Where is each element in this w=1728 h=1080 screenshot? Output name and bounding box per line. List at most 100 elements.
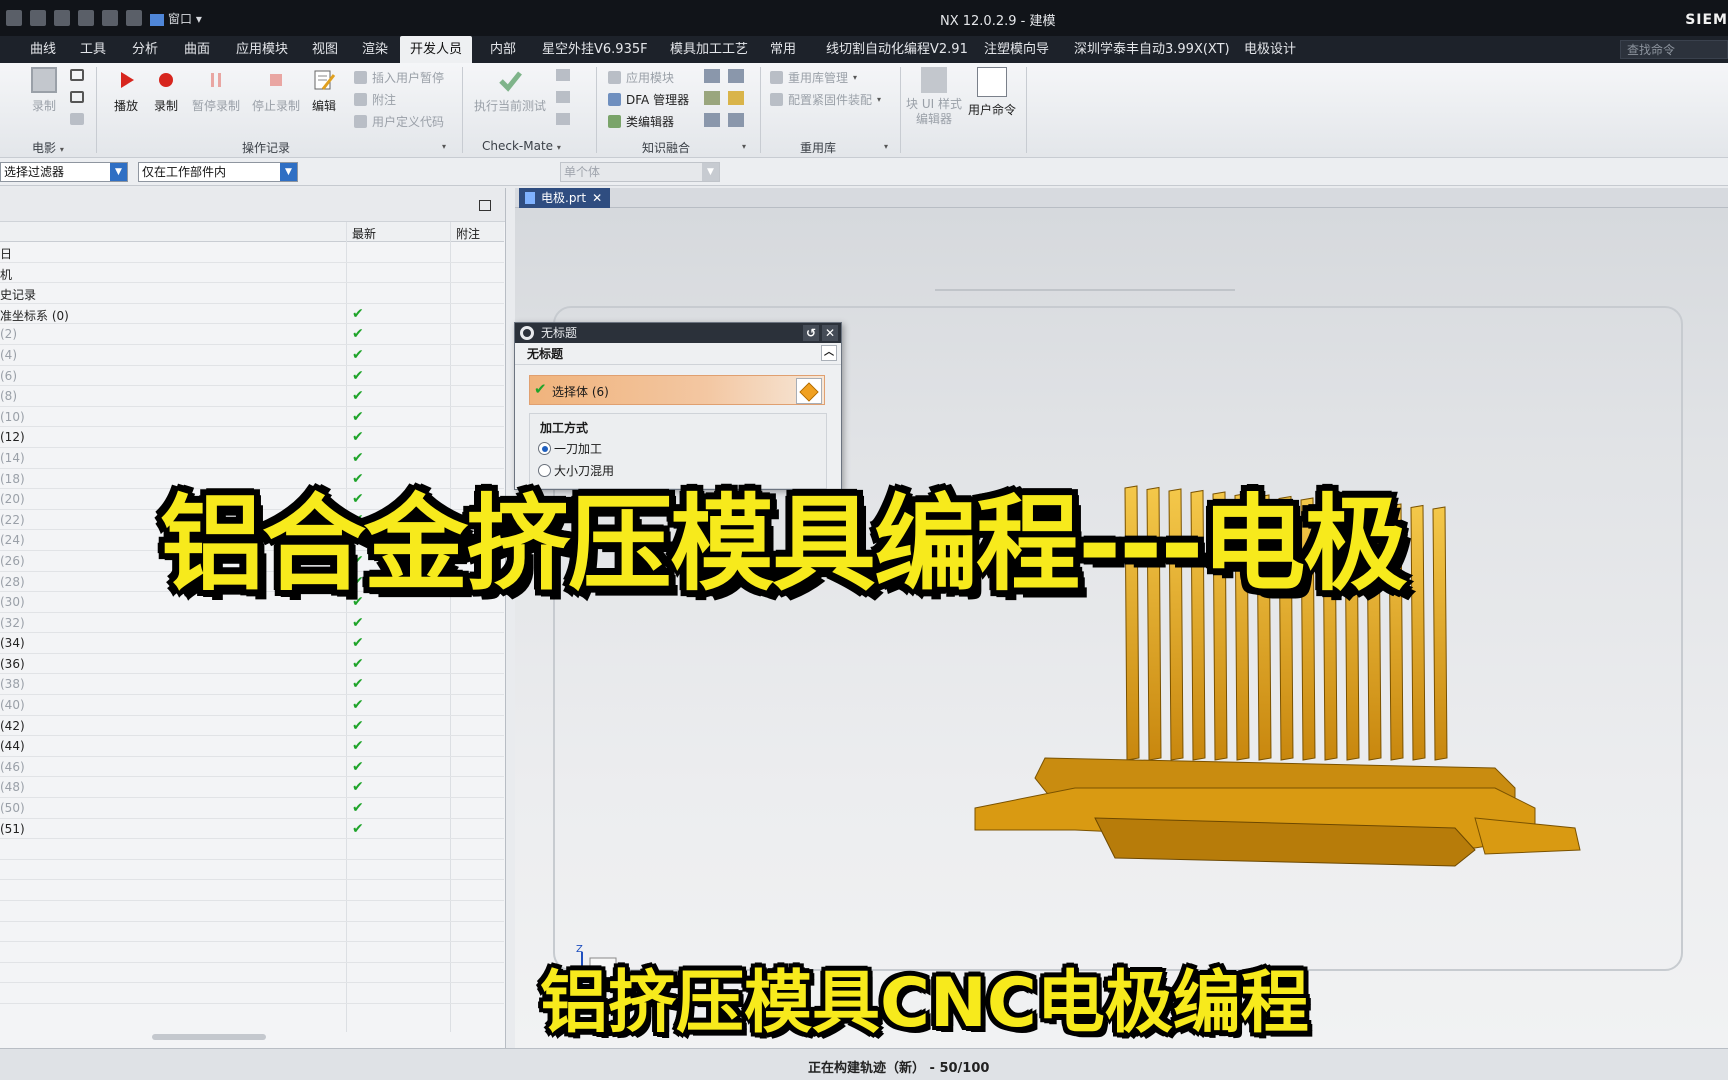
tree-row[interactable]: (51) ✔ (0, 819, 504, 840)
comment-button[interactable]: 附注 (354, 91, 396, 108)
graphics-window[interactable]: 电极.prt ✕ Z (515, 188, 1728, 1048)
user-command-button[interactable]: 用户命令 (964, 67, 1020, 118)
checkmate-small-icon[interactable] (556, 69, 570, 81)
quick-access-icon[interactable] (30, 10, 46, 26)
play-button[interactable]: 播放 (106, 67, 146, 114)
tree-row[interactable]: 日 (0, 242, 504, 263)
tree-row[interactable]: 机 (0, 263, 504, 284)
tree-row[interactable]: (4) ✔ (0, 345, 504, 366)
block-ui-styler-button[interactable]: 块 UI 样式编辑器 (906, 67, 962, 127)
horizontal-scrollbar[interactable] (152, 1034, 266, 1040)
fastener-assembly-button[interactable]: 配置紧固件装配 ▾ (770, 91, 881, 108)
movie-small-icon[interactable] (70, 113, 84, 125)
tab-2[interactable]: 分析 (122, 36, 168, 63)
close-icon[interactable]: ✕ (592, 188, 602, 208)
group-separator (900, 67, 901, 153)
file-tab[interactable]: 电极.prt ✕ (519, 188, 611, 208)
chevron-up-icon[interactable]: ︿ (821, 345, 837, 361)
quick-access-icon[interactable] (126, 10, 142, 26)
tab-9[interactable]: 星空外挂V6.935F (532, 36, 658, 63)
tab-4[interactable]: 应用模块 (226, 36, 298, 63)
tree-row[interactable]: (32) ✔ (0, 613, 504, 634)
tree-row[interactable]: (36) ✔ (0, 654, 504, 675)
tree-row[interactable]: (42) ✔ (0, 716, 504, 737)
tree-row[interactable]: (10) ✔ (0, 407, 504, 428)
tree-row[interactable]: 准坐标系 (0) ✔ (0, 304, 504, 325)
chevron-down-icon[interactable]: ▾ (884, 142, 888, 151)
insert-user-pause-button[interactable]: 插入用户暂停 (354, 69, 444, 86)
knowledge-small-icon[interactable] (704, 69, 720, 83)
app-module-button[interactable]: 应用模块 (608, 69, 674, 86)
tree-row[interactable]: (44) ✔ (0, 736, 504, 757)
tree-row-empty (0, 901, 504, 922)
tab-13[interactable]: 注塑模向导 (974, 36, 1059, 63)
tree-row[interactable]: (12) ✔ (0, 427, 504, 448)
tree-row[interactable]: (6) ✔ (0, 366, 504, 387)
chevron-down-icon[interactable]: ▾ (742, 142, 746, 151)
column-latest[interactable]: 最新 (352, 225, 376, 242)
class-editor-button[interactable]: 类编辑器 (608, 113, 674, 130)
tab-14[interactable]: 深圳学泰丰自动3.99X(XT) (1064, 36, 1240, 63)
movie-record-button[interactable]: 录制 (24, 67, 64, 114)
knowledge-small-icon[interactable] (704, 113, 720, 127)
tab-7[interactable]: 开发人员 (400, 36, 473, 63)
chevron-down-icon[interactable]: ▾ (442, 142, 446, 151)
group-separator (760, 67, 761, 153)
selection-scope-dropdown[interactable]: 仅在工作部件内 ▼ (138, 162, 298, 182)
close-icon[interactable]: ✕ (822, 325, 838, 341)
movie-small-icon[interactable] (70, 91, 84, 103)
body-rule-dropdown[interactable]: 单个体 ▼ (560, 162, 720, 182)
tab-3[interactable]: 曲面 (174, 36, 220, 63)
tab-1[interactable]: 工具 (70, 36, 116, 63)
knowledge-small-icon[interactable] (728, 113, 744, 127)
tree-row[interactable]: (38) ✔ (0, 674, 504, 696)
reuse-manage-button[interactable]: 重用库管理 ▾ (770, 69, 857, 86)
type-filter-dropdown[interactable]: 选择过滤器 ▼ (0, 162, 128, 182)
radio-single-pass[interactable]: 一刀加工 (538, 440, 602, 457)
dfa-manager-button[interactable]: DFA 管理器 (608, 91, 689, 108)
tab-15[interactable]: 电极设计 (1234, 36, 1306, 63)
run-current-test-button[interactable]: 执行当前测试 (468, 67, 552, 114)
tree-row[interactable]: (8) ✔ (0, 386, 504, 407)
tree-row[interactable]: (34) ✔ (0, 633, 504, 654)
select-body-row[interactable]: ✔ 选择体 (6) (529, 375, 825, 405)
tab-8[interactable]: 内部 (480, 36, 526, 63)
column-comment[interactable]: 附注 (456, 225, 480, 242)
knowledge-small-icon[interactable] (728, 91, 744, 105)
tree-row[interactable]: (50) ✔ (0, 798, 504, 819)
quick-access-icon[interactable] (6, 10, 22, 26)
tree-row[interactable]: (48) ✔ (0, 777, 504, 799)
user-code-button[interactable]: 用户定义代码 (354, 113, 444, 130)
edit-journal-button[interactable]: 编辑 (306, 67, 342, 114)
tree-row[interactable]: (40) ✔ (0, 695, 504, 716)
pause-record-button[interactable]: 暂停录制 (188, 67, 244, 114)
tab-11[interactable]: 常用 (760, 36, 806, 63)
stop-record-button[interactable]: 停止录制 (248, 67, 304, 114)
dialog-section-header[interactable]: 无标题 ︿ (515, 343, 841, 365)
gear-icon[interactable] (520, 326, 534, 340)
radio-mixed-tools[interactable]: 大小刀混用 (538, 462, 614, 479)
checkmate-small-icon[interactable] (556, 113, 570, 125)
movie-small-icon[interactable] (70, 69, 84, 81)
knowledge-small-icon[interactable] (704, 91, 720, 105)
solid-body-icon[interactable] (796, 378, 822, 404)
command-search-input[interactable]: 查找命令 (1620, 40, 1728, 59)
tab-6[interactable]: 渲染 (352, 36, 398, 63)
record-button[interactable]: 录制 (148, 67, 184, 114)
tree-row[interactable]: (2) ✔ (0, 324, 504, 345)
quick-access-icon[interactable] (102, 10, 118, 26)
checkmate-small-icon[interactable] (556, 91, 570, 103)
tree-row[interactable]: 史记录 (0, 283, 504, 304)
tab-0[interactable]: 曲线 (20, 36, 66, 63)
maximize-icon[interactable] (479, 200, 491, 211)
quick-access-icon[interactable] (54, 10, 70, 26)
tab-12[interactable]: 线切割自动化编程V2.91 (816, 36, 978, 63)
tab-10[interactable]: 模具加工工艺 (660, 36, 758, 63)
window-menu[interactable]: 窗口 ▾ (150, 10, 202, 26)
tree-row[interactable]: (46) ✔ (0, 757, 504, 778)
knowledge-small-icon[interactable] (728, 69, 744, 83)
reset-icon[interactable]: ↺ (803, 325, 819, 341)
tab-5[interactable]: 视图 (302, 36, 348, 63)
quick-access-icon[interactable] (78, 10, 94, 26)
tree-row[interactable]: (14) ✔ (0, 448, 504, 469)
